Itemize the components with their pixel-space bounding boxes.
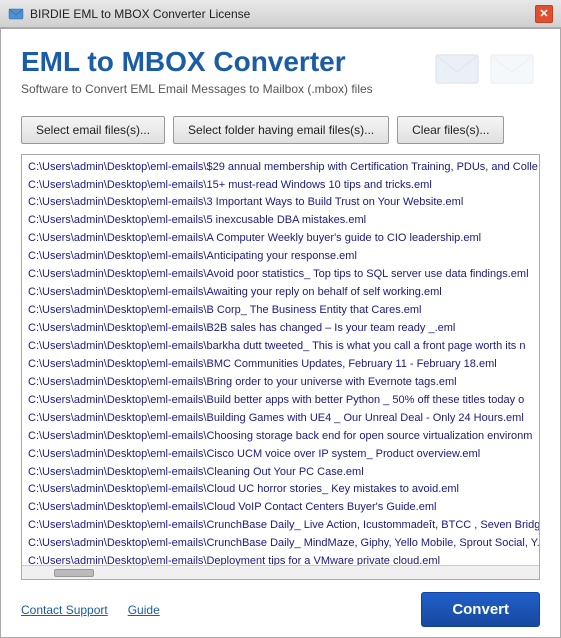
convert-button[interactable]: Convert (421, 592, 540, 627)
list-item: C:\Users\admin\Desktop\eml-emails\3 Impo… (24, 194, 537, 212)
list-item: C:\Users\admin\Desktop\eml-emails\$29 an… (24, 159, 537, 177)
title-bar-text: BIRDIE EML to MBOX Converter License (30, 7, 250, 21)
list-item: C:\Users\admin\Desktop\eml-emails\Cisco … (24, 446, 537, 464)
footer-area: Contact Support Guide Convert (1, 580, 560, 637)
list-item: C:\Users\admin\Desktop\eml-emails\BMC Co… (24, 356, 537, 374)
list-item: C:\Users\admin\Desktop\eml-emails\Deploy… (24, 553, 537, 565)
list-item: C:\Users\admin\Desktop\eml-emails\Choosi… (24, 428, 537, 446)
list-item: C:\Users\admin\Desktop\eml-emails\Cleani… (24, 464, 537, 482)
clear-files-button[interactable]: Clear files(s)... (397, 116, 504, 144)
list-item: C:\Users\admin\Desktop\eml-emails\Awaiti… (24, 284, 537, 302)
app-title: EML to MBOX Converter (21, 45, 373, 79)
guide-link[interactable]: Guide (128, 603, 160, 617)
footer-links: Contact Support Guide (21, 603, 160, 617)
contact-support-link[interactable]: Contact Support (21, 603, 108, 617)
select-files-button[interactable]: Select email files(s)... (21, 116, 165, 144)
list-item: C:\Users\admin\Desktop\eml-emails\B Corp… (24, 302, 537, 320)
list-item: C:\Users\admin\Desktop\eml-emails\A Comp… (24, 230, 537, 248)
main-window: EML to MBOX Converter Software to Conver… (0, 28, 561, 638)
list-item: C:\Users\admin\Desktop\eml-emails\B2B sa… (24, 320, 537, 338)
list-item: C:\Users\admin\Desktop\eml-emails\Buildi… (24, 410, 537, 428)
horizontal-scrollbar[interactable] (22, 565, 539, 579)
list-item: C:\Users\admin\Desktop\eml-emails\Crunch… (24, 535, 537, 553)
select-folder-button[interactable]: Select folder having email files(s)... (173, 116, 389, 144)
list-item: C:\Users\admin\Desktop\eml-emails\15+ mu… (24, 177, 537, 195)
title-bar: BIRDIE EML to MBOX Converter License ✕ (0, 0, 561, 28)
action-buttons: Select email files(s)... Select folder h… (1, 106, 560, 154)
list-item: C:\Users\admin\Desktop\eml-emails\Antici… (24, 248, 537, 266)
list-item: C:\Users\admin\Desktop\eml-emails\5 inex… (24, 212, 537, 230)
app-icon (8, 6, 24, 22)
envelope-decoration (435, 50, 540, 88)
scrollbar-thumb (54, 569, 94, 577)
app-subtitle: Software to Convert EML Email Messages t… (21, 82, 373, 96)
list-item: C:\Users\admin\Desktop\eml-emails\Cloud … (24, 481, 537, 499)
list-item: C:\Users\admin\Desktop\eml-emails\Avoid … (24, 266, 537, 284)
file-list-area: C:\Users\admin\Desktop\eml-emails\$29 an… (21, 154, 540, 580)
list-item: C:\Users\admin\Desktop\eml-emails\Cloud … (24, 499, 537, 517)
header-area: EML to MBOX Converter Software to Conver… (1, 29, 560, 106)
close-button[interactable]: ✕ (535, 5, 553, 23)
list-item: C:\Users\admin\Desktop\eml-emails\barkha… (24, 338, 537, 356)
file-list-scroll[interactable]: C:\Users\admin\Desktop\eml-emails\$29 an… (22, 155, 539, 565)
list-item: C:\Users\admin\Desktop\eml-emails\Bring … (24, 374, 537, 392)
list-item: C:\Users\admin\Desktop\eml-emails\Crunch… (24, 517, 537, 535)
list-item: C:\Users\admin\Desktop\eml-emails\Build … (24, 392, 537, 410)
